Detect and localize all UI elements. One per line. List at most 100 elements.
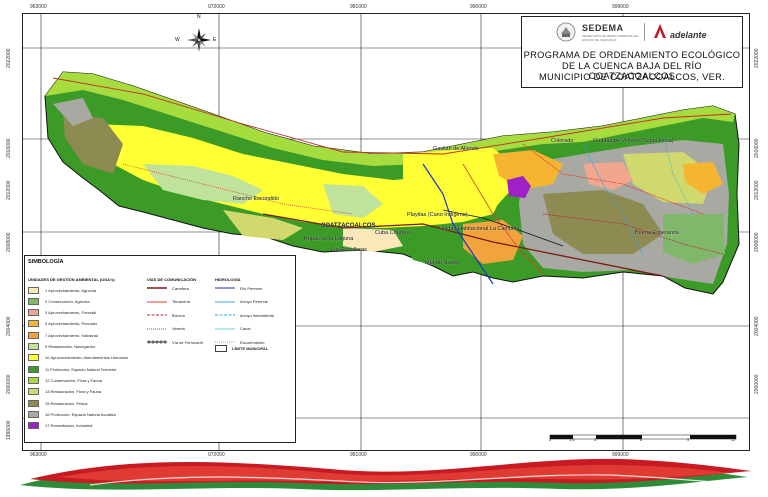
- legend-vias-label: Vía de Ferrocarril: [172, 339, 203, 345]
- place-cuba: Cuba Charrees: [375, 230, 413, 236]
- y-label-right-5: 2004000: [754, 316, 760, 336]
- legend-box: SIMBOLOGÍA UNIDADES DE GESTIÓN AMBIENTAL…: [24, 255, 296, 443]
- adelante-logo: adelante: [670, 30, 707, 40]
- adelante-logo-icon: [654, 24, 666, 38]
- legend-uga-label: 2 Conservación, Agrícola: [45, 298, 90, 304]
- place-las-escolleras: Las Escolleras: [331, 247, 367, 253]
- legend-uga-swatch: [28, 286, 39, 294]
- legend-vias-label: Terracería: [172, 299, 191, 304]
- legend-line-swatch: [215, 301, 235, 302]
- legend-uga-label: 15 Restauración, Pesca: [45, 400, 88, 406]
- legend-line-swatch: [147, 287, 167, 289]
- scale-label-3: 6: [640, 437, 643, 442]
- legend-uga-swatch: [28, 376, 39, 384]
- place-gavilan: Gavilán de Allende: [433, 146, 479, 152]
- place-tropas: Tropas de la Laguna: [303, 236, 354, 242]
- place-unidad-habitacional: Unidad Habitacional La Campiña: [439, 226, 520, 232]
- legend-line-swatch: [147, 340, 167, 344]
- legend-uga-item: 2 Conservación, Agrícola: [28, 297, 89, 305]
- legend-hidro-item: Arroyo Intermitente: [215, 311, 274, 319]
- x-label-top-1: 963000: [30, 4, 47, 10]
- legend-line-swatch: [215, 341, 235, 343]
- legend-uga-label: 12 Conservación, Flora y Fauna: [45, 377, 102, 383]
- legend-uga-swatch: [28, 354, 39, 362]
- legend-uga-item: 11 Protección, Espacio Natural Terrestre: [28, 365, 116, 373]
- legend-uga-label: 13 Restauración, Flora y Fauna: [45, 389, 102, 395]
- x-label-top-4: 990000: [470, 4, 487, 10]
- legend-uga-item: 15 Restauración, Pesca: [28, 399, 87, 407]
- legend-limit-label: LÍMITE MUNICIPAL: [232, 345, 269, 351]
- x-label-top-5: 999000: [612, 4, 629, 10]
- place-guadalupe: Guadalupe Victoria (Santo Rosa): [593, 138, 674, 144]
- sedema-logo-subtitle: SECRETARÍA DE MEDIO AMBIENTE DEL ESTADO …: [582, 34, 640, 42]
- legend-vias-item: Vía de Ferrocarril: [147, 338, 203, 346]
- scale-label-2: 3: [594, 437, 597, 442]
- legend-hidro-label: Arroyo Intermitente: [240, 312, 275, 318]
- map-title-line-3: MUNICIPIO DE COATZACOALCOS, VER.: [538, 72, 726, 82]
- scale-label-4: 9: [687, 437, 690, 442]
- legend-hidro-label: Río Perenne: [240, 285, 263, 291]
- y-label-right-3: 2012000: [754, 180, 760, 200]
- legend-hidro-label: Arroyo Perenne: [240, 299, 269, 304]
- compass-n-label: N: [197, 14, 201, 20]
- legend-uga-item: 9 Restauración, Navegación: [28, 343, 95, 351]
- place-playitas: Playitas (Cano Indígena): [407, 212, 468, 218]
- place-colorado: Colorado: [551, 138, 574, 144]
- legend-vias-item: Vereda: [147, 325, 185, 333]
- compass-e-label: E: [213, 37, 217, 43]
- legend-uga-item: 17 Remediación, Industrial: [28, 422, 92, 430]
- scale-bar: 0 1.5 3 6 9 12: [548, 428, 738, 443]
- y-label-right-6: 2000000: [754, 374, 760, 394]
- legend-vias-heading: VÍAS DE COMUNICACIÓN: [147, 277, 197, 282]
- scale-label-0: 0: [549, 437, 552, 442]
- compass-w-label: W: [175, 37, 180, 43]
- legend-uga-swatch: [28, 343, 39, 350]
- legend-uga-swatch: [28, 331, 39, 339]
- legend-hidro-item: Canal: [215, 325, 250, 333]
- compass-rose-icon: [187, 28, 211, 52]
- legend-vias-item: Brecha: [147, 311, 185, 319]
- legend-uga-swatch: [28, 365, 39, 373]
- legend-hidro-item: Arroyo Perenne: [215, 298, 268, 306]
- y-label-left-4: 2008000: [6, 232, 12, 252]
- legend-uga-item: 16 Protección, Espacio Natural Acuático: [28, 410, 116, 418]
- legend-uga-swatch: [28, 410, 39, 418]
- place-coatzacoalcos: COATZACOALCOS: [321, 223, 376, 229]
- legend-uga-swatch: [28, 297, 39, 305]
- legend-uga-label: 10 Aprovechamiento, Asentamientos Humano…: [45, 355, 129, 361]
- x-label-top-3: 981000: [350, 4, 367, 10]
- decorative-ribbon-banner: [20, 458, 752, 491]
- legend-uga-swatch: [28, 309, 39, 317]
- legend-hidro-item: Escurrimiento: [215, 338, 264, 346]
- legend-uga-label: 7 Aprovechamiento, Industrial: [45, 332, 98, 338]
- y-label-left-7: 1996000: [6, 420, 12, 440]
- legend-uga-swatch: [28, 422, 39, 430]
- y-label-left-3: 2012000: [6, 180, 12, 200]
- legend-hidro-heading: HIDROLOGÍA: [215, 277, 241, 282]
- map-title-line-1: PROGRAMA DE ORDENAMIENTO ECOLÓGICO: [523, 50, 741, 60]
- place-rancho-escondido: Rancho Escondido: [233, 196, 280, 202]
- legend-uga-label: 1 Aprovechamiento, Agrícola: [45, 287, 96, 293]
- legend-uga-swatch: [28, 320, 39, 328]
- legend-uga-label: 9 Restauración, Navegación: [45, 344, 96, 349]
- legend-uga-item: 7 Aprovechamiento, Industrial: [28, 331, 98, 339]
- legend-uga-label: 11 Protección, Espacio Natural Terrestre: [45, 366, 117, 372]
- legend-uga-item: 10 Aprovechamiento, Asentamientos Humano…: [28, 354, 128, 362]
- legend-uga-label: 5 Aprovechamiento, Pecuario: [45, 321, 98, 327]
- legend-uga-label: 3 Aprovechamiento, Forestal: [45, 310, 96, 316]
- logo-divider: [644, 23, 645, 41]
- y-label-right-4: 2008000: [754, 232, 760, 252]
- veracruz-seal-icon: [556, 22, 576, 42]
- legend-hidro-item: Río Perenne: [215, 284, 262, 292]
- legend-vias-label: Brecha: [172, 312, 185, 318]
- legend-line-swatch: [215, 314, 235, 316]
- legend-line-swatch: [147, 328, 167, 329]
- y-label-left-5: 2004000: [6, 316, 12, 336]
- legend-uga-item: 5 Aprovechamiento, Pecuario: [28, 320, 97, 328]
- legend-line-swatch: [215, 328, 235, 329]
- x-label-top-2: 972000: [208, 4, 225, 10]
- legend-uga-item: 13 Restauración, Flora y Fauna: [28, 388, 101, 396]
- legend-uga-item: 3 Aprovechamiento, Forestal: [28, 309, 96, 317]
- place-buena-esperanza: Buena Esperanza: [635, 230, 679, 236]
- scale-label-5: 12: [731, 437, 736, 442]
